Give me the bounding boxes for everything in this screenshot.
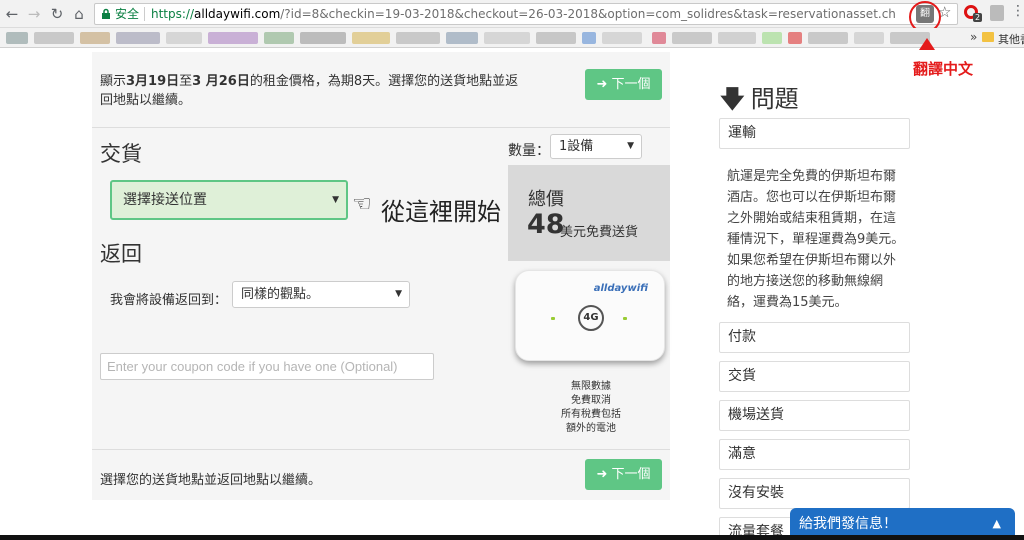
faq-item-shipping[interactable]: 運輸 bbox=[719, 118, 910, 149]
booking-panel: 顯示3月19日至3 月26日的租金價格，為期8天。選擇您的送貨地點並返回地點以繼… bbox=[92, 52, 670, 500]
home-icon[interactable]: ⌂ bbox=[69, 4, 89, 24]
bookmark-item[interactable] bbox=[208, 32, 258, 44]
bookmark-item[interactable] bbox=[652, 32, 666, 44]
omnibox-separator bbox=[144, 7, 145, 21]
intro-text: 顯示3月19日至3 月26日的租金價格，為期8天。選擇您的送貨地點並返回地點以繼… bbox=[100, 74, 519, 108]
bookmark-item[interactable] bbox=[116, 32, 160, 44]
divider bbox=[92, 127, 670, 128]
next-button-bottom[interactable]: ➜ 下一個 bbox=[585, 459, 662, 490]
back-icon[interactable]: ← bbox=[2, 4, 22, 24]
return-label: 我會將設備返回到： bbox=[110, 293, 228, 308]
lock-icon bbox=[102, 8, 110, 19]
next-button-top[interactable]: ➜ 下一個 bbox=[585, 69, 662, 100]
address-bar[interactable]: 安全 https://alldaywifi.com/?id=8&checkin=… bbox=[94, 3, 958, 25]
features-list: 無限數據 免費取消 所有稅費包括 額外的電池 bbox=[516, 380, 666, 436]
arrow-right-icon: ➜ bbox=[596, 77, 608, 92]
4g-icon: 4G bbox=[578, 305, 604, 331]
bookmark-item[interactable] bbox=[446, 32, 478, 44]
caret-down-icon: ▼ bbox=[332, 195, 339, 205]
bookmark-item[interactable] bbox=[602, 32, 642, 44]
bookmark-item[interactable] bbox=[854, 32, 884, 44]
page-content: 顯示3月19日至3 月26日的租金價格，為期8天。選擇您的送貨地點並返回地點以繼… bbox=[0, 48, 1024, 540]
folder-icon bbox=[982, 32, 994, 42]
arrow-right-icon: ➜ bbox=[596, 467, 608, 482]
bookmark-item[interactable] bbox=[484, 32, 530, 44]
bookmark-item[interactable] bbox=[396, 32, 440, 44]
pdf-extension-icon[interactable] bbox=[990, 5, 1004, 21]
bookmark-item[interactable] bbox=[166, 32, 202, 44]
bookmark-item[interactable] bbox=[582, 32, 596, 44]
return-location-select[interactable]: 同樣的觀點。 ▼ bbox=[232, 281, 410, 308]
forward-icon[interactable]: → bbox=[24, 4, 44, 24]
extension-badge: 2 bbox=[973, 13, 983, 22]
annotation-label: 翻譯中文 bbox=[913, 60, 974, 78]
bookmark-star-icon[interactable]: ☆ bbox=[938, 3, 951, 21]
quantity-label: 數量： bbox=[508, 143, 550, 159]
arrow-down-icon: 🡇 bbox=[720, 85, 745, 113]
bookmark-item[interactable] bbox=[672, 32, 712, 44]
bookmark-item[interactable] bbox=[264, 32, 294, 44]
bookmarks-overflow-icon[interactable]: » bbox=[970, 30, 977, 44]
led-icon bbox=[623, 317, 627, 320]
bookmark-item[interactable] bbox=[718, 32, 756, 44]
annotation-arrow bbox=[919, 38, 935, 50]
menu-icon[interactable]: ⋮ bbox=[1011, 3, 1024, 19]
bookmark-item[interactable] bbox=[808, 32, 848, 44]
feature-item: 額外的電池 bbox=[566, 423, 616, 434]
led-icon bbox=[551, 317, 555, 320]
feature-item: 所有稅費包括 bbox=[561, 409, 621, 420]
faq-item-satisfaction[interactable]: 滿意 bbox=[719, 439, 910, 470]
reload-icon[interactable]: ↻ bbox=[47, 4, 67, 24]
total-price-box: 總價 48 美元免費送貨 bbox=[508, 165, 670, 261]
total-label: 總價 bbox=[528, 189, 564, 210]
bookmark-item[interactable] bbox=[34, 32, 74, 44]
total-amount: 48 bbox=[527, 209, 565, 240]
caret-down-icon: ▼ bbox=[627, 141, 634, 151]
delivery-title: 交貨 bbox=[100, 142, 142, 166]
secure-label: 安全 bbox=[115, 7, 140, 21]
bookmark-item[interactable] bbox=[762, 32, 782, 44]
bookmark-item[interactable] bbox=[80, 32, 110, 44]
faq-item-airport[interactable]: 機場送貨 bbox=[719, 400, 910, 431]
faq-item-delivery[interactable]: 交貨 bbox=[719, 361, 910, 392]
divider bbox=[92, 449, 670, 450]
caret-down-icon: ▼ bbox=[395, 289, 402, 299]
bookmark-item[interactable] bbox=[788, 32, 802, 44]
bookmark-item[interactable] bbox=[352, 32, 390, 44]
bookmark-item[interactable] bbox=[6, 32, 28, 44]
browser-toolbar: ← → ↻ ⌂ 安全 https://alldaywifi.com/?id=8&… bbox=[0, 0, 1024, 33]
coupon-input[interactable] bbox=[100, 353, 434, 380]
taskbar-edge bbox=[0, 535, 1024, 540]
pickup-location-select[interactable]: 選擇接送位置 ▼ bbox=[110, 180, 348, 220]
feature-item: 無限數據 bbox=[571, 381, 611, 392]
start-here-label: 從這裡開始 bbox=[381, 198, 501, 226]
faq-item-no-install[interactable]: 沒有安裝 bbox=[719, 478, 910, 509]
pointing-hand-icon: ☜ bbox=[352, 192, 372, 217]
bookmarks-bar: » 其他書籤 bbox=[0, 28, 1024, 48]
bookmark-item[interactable] bbox=[300, 32, 346, 44]
other-bookmarks[interactable]: 其他書籤 bbox=[998, 31, 1024, 47]
faq-answer: 航運是完全免費的伊斯坦布爾酒店。您也可以在伊斯坦布爾之外開始或結束租賃期，在這種… bbox=[727, 169, 905, 310]
quantity-select[interactable]: 1設備 ▼ bbox=[550, 134, 642, 159]
return-title: 返回 bbox=[100, 242, 142, 266]
faq-heading: 🡇 問題 bbox=[720, 79, 799, 123]
total-unit: 美元免費送貨 bbox=[560, 225, 639, 240]
device-logo: alldaywifi bbox=[593, 283, 648, 294]
footer-text: 選擇您的送貨地點並返回地點以繼續。 bbox=[100, 473, 322, 488]
bookmark-item[interactable] bbox=[536, 32, 576, 44]
faq-item-payment[interactable]: 付款 bbox=[719, 322, 910, 353]
feature-item: 免費取消 bbox=[571, 395, 611, 406]
url-text[interactable]: https://alldaywifi.com/?id=8&checkin=19-… bbox=[151, 4, 896, 24]
wifi-device-image: alldaywifi 4G bbox=[515, 270, 665, 361]
